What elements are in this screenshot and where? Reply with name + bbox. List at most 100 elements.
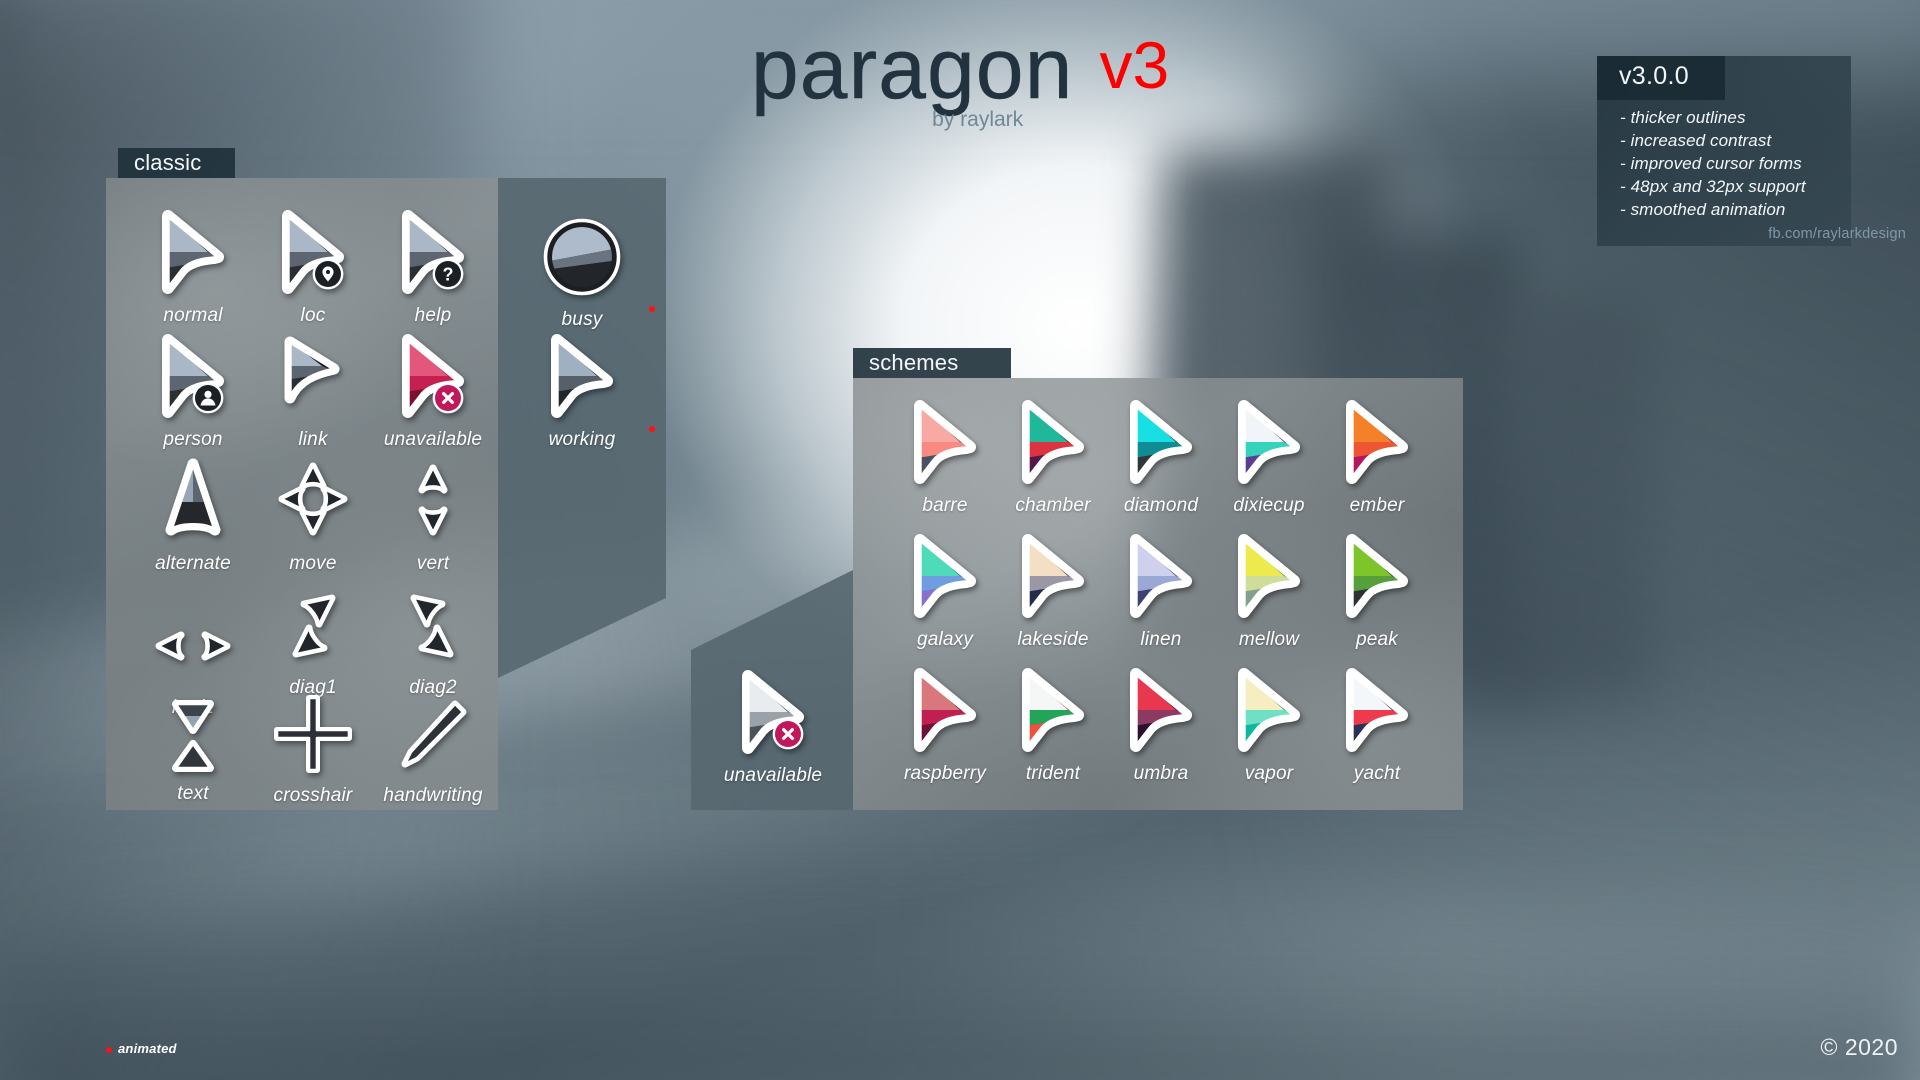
cursor-label: trident [1025,763,1081,784]
crosshair-icon [252,690,374,774]
cursor-label: link [298,429,328,450]
cursor-cell-move[interactable]: move [252,460,374,573]
cursor-cell-help[interactable]: ? help [372,210,494,326]
facebook-link[interactable]: fb.com/raylarkdesign [1768,226,1906,242]
cursor-cell-dixiecup[interactable]: dixiecup [1208,400,1330,516]
cursor-label: crosshair [273,785,353,806]
tab-schemes-label: schemes [869,350,959,375]
cursor-cell-linen[interactable]: linen [1100,534,1222,650]
cursor-label: normal [163,305,223,326]
dixiecup-icon [1208,400,1330,486]
person-icon [132,334,254,420]
cursor-cell-text[interactable]: text [132,690,254,803]
cursor-label: chamber [1015,495,1091,516]
animated-dot [649,306,655,312]
unavailable-panel-top-shape [691,570,853,650]
cursor-cell-working[interactable]: working [520,334,655,449]
cursor-cell-chamber[interactable]: chamber [992,400,1114,516]
cursor-cell-vert[interactable]: vert [372,460,494,573]
cursor-cell-vapor[interactable]: vapor [1208,668,1330,784]
animated-legend-label: animated [118,1041,177,1056]
cursor-cell-peak[interactable]: peak [1316,534,1438,650]
animated-legend: animated [106,1041,177,1056]
working-icon [520,334,644,420]
mellow-icon [1208,534,1330,620]
tab-classic[interactable]: classic [118,148,235,178]
ember-icon [1316,400,1438,486]
normal-icon [132,210,254,296]
cursor-label: barre [922,495,968,516]
cursor-label: alternate [155,553,231,574]
cursor-cell-person[interactable]: person [132,334,254,449]
busy-icon [520,212,644,296]
cursor-cell-normal[interactable]: normal [132,210,254,326]
cursor-cell-diag2[interactable]: diag2 [372,584,494,697]
umbra-icon [1100,668,1222,754]
cursor-label: diamond [1123,495,1199,516]
cursor-label: working [520,426,655,449]
handwriting-icon [372,690,494,774]
cursor-label: move [289,553,337,574]
cursor-label: galaxy [916,629,974,650]
peak-icon [1316,534,1438,620]
barre-icon [884,400,1006,486]
cursor-label: raspberry [903,763,987,784]
move-icon [252,460,374,544]
yacht-icon [1316,668,1438,754]
cursor-cell-link[interactable]: link [252,336,374,449]
cursor-cell-galaxy[interactable]: galaxy [884,534,1006,650]
cursor-label: umbra [1133,763,1189,784]
linen-icon [1100,534,1222,620]
version-item: - increased contrast [1620,131,1772,150]
cursor-label: lakeside [1017,629,1089,650]
loc-icon [252,210,374,296]
animated-dot [649,426,655,432]
cursor-label: peak [1355,629,1398,650]
help-icon: ? [372,210,494,296]
tab-schemes[interactable]: schemes [853,348,1011,378]
cursor-cell-loc[interactable]: loc [252,210,374,326]
vapor-icon [1208,668,1330,754]
raspberry-icon [884,668,1006,754]
cursor-label: loc [300,305,326,326]
link-icon [252,336,374,420]
version-changelog-list: - thicker outlines - increased contrast - … [1620,106,1855,221]
cursor-cell-handwriting[interactable]: handwriting [372,690,494,805]
cursor-cell-alternate[interactable]: alternate [132,458,254,574]
cursor-label: unavailable [723,765,823,786]
cursor-label: busy [520,306,655,329]
cursor-label: ember [1349,495,1405,516]
version-item: - 48px and 32px support [1620,177,1806,196]
tab-classic-label: classic [134,150,202,175]
cursor-cell-yacht[interactable]: yacht [1316,668,1438,783]
cursor-label: handwriting [383,785,483,806]
cursor-cell-diag1[interactable]: diag1 [252,584,374,697]
diamond-icon [1100,400,1222,486]
cursor-label: vapor [1244,763,1294,784]
cursor-label: text [177,783,209,804]
cursor-label: help [414,305,452,326]
cursor-label: unavailable [383,429,483,450]
cursor-cell-umbra[interactable]: umbra [1100,668,1222,784]
cursor-cell-barre[interactable]: barre [884,400,1006,516]
cursor-cell-lakeside[interactable]: lakeside [992,534,1114,650]
background-bottom-vignette [0,820,1920,1080]
version-item: - thicker outlines [1620,108,1746,127]
cursor-cell-trident[interactable]: trident [992,668,1114,784]
cursor-cell-busy[interactable]: busy [520,212,655,329]
busy-panel-tail-shape [498,598,666,678]
cursor-cell-ember[interactable]: ember [1316,400,1438,516]
cursor-label: dixiecup [1233,495,1305,516]
svg-text:?: ? [443,265,454,285]
cursor-cell-unavailable[interactable]: unavailable [712,670,834,786]
unavailable-icon [372,334,494,420]
diag1-icon [252,584,374,668]
cursor-label: linen [1140,629,1182,650]
cursor-cell-diamond[interactable]: diamond [1100,400,1222,516]
cursor-cell-crosshair[interactable]: crosshair [252,690,374,805]
cursor-cell-unavailable[interactable]: unavailable [372,334,494,450]
cursor-cell-raspberry[interactable]: raspberry [884,668,1006,784]
cursor-cell-mellow[interactable]: mellow [1208,534,1330,649]
horiz-icon [132,584,254,668]
version-item: - improved cursor forms [1620,154,1802,173]
